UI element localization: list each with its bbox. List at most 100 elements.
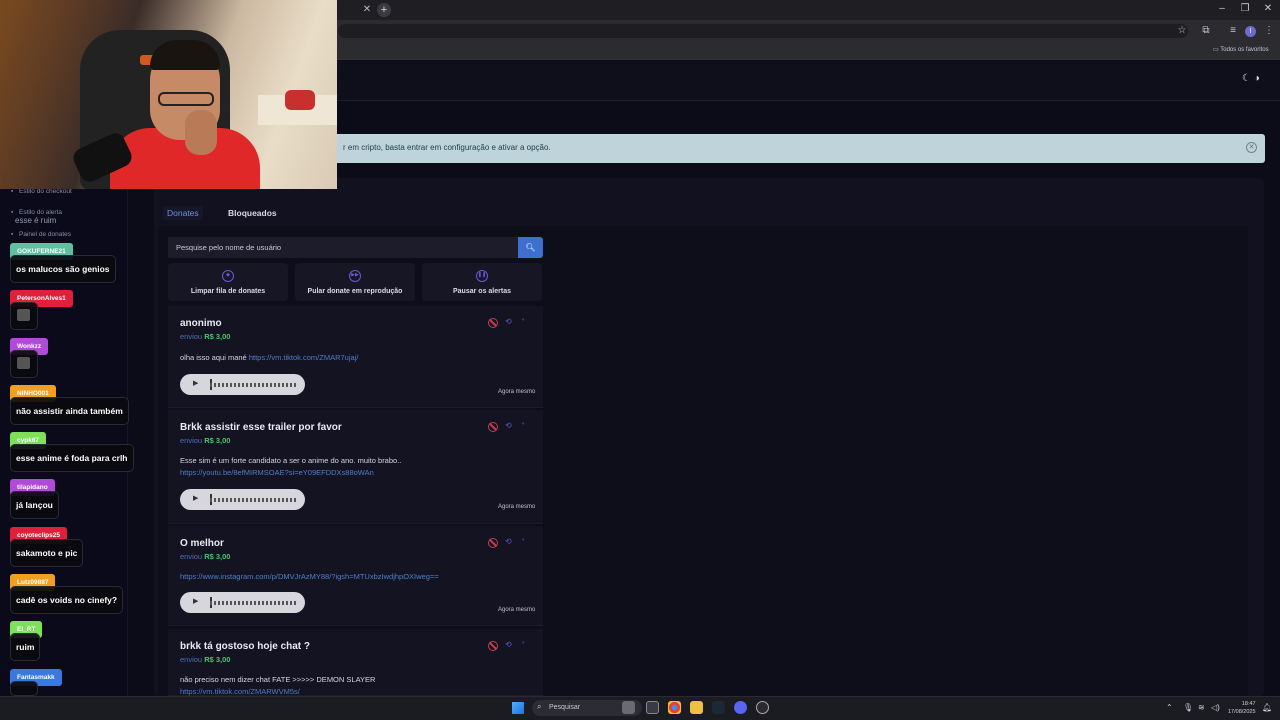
donation-amount-line: enviou R$ 3,00 xyxy=(180,552,230,561)
menu-icon[interactable]: ⋮ xyxy=(1262,24,1276,38)
username-search-input[interactable] xyxy=(168,237,518,258)
sent-label: enviou xyxy=(180,436,203,445)
audio-player[interactable]: ▶ xyxy=(180,374,305,395)
audio-player[interactable]: ▶ xyxy=(180,489,305,510)
close-tab-icon[interactable]: ✕ xyxy=(361,4,373,16)
chat-message: os malucos são genios xyxy=(10,255,116,283)
volume-icon[interactable]: ◁) xyxy=(1211,703,1220,712)
audio-waveform[interactable] xyxy=(210,498,296,502)
sent-label: enviou xyxy=(180,655,203,664)
more-icon[interactable]: • xyxy=(522,421,524,428)
sidebar-item-checkout-style[interactable]: ▪ Estilo do checkout xyxy=(11,188,72,195)
donation-card: anonimo enviou R$ 3,00 ⟲ • olha isso aqu… xyxy=(168,306,543,408)
mic-icon[interactable]: 🎙︎ xyxy=(1183,703,1193,712)
donation-message: Esse sim é um forte candidato a ser o an… xyxy=(180,455,530,479)
more-icon[interactable]: • xyxy=(522,317,524,324)
message-link[interactable]: https://www.instagram.com/p/DMVJrAzMY88/… xyxy=(180,572,439,581)
taskbar-clock[interactable]: 18:47 17/08/2025 xyxy=(1228,700,1256,716)
donation-amount-line: enviou R$ 3,00 xyxy=(180,436,230,445)
windows-start-icon[interactable] xyxy=(512,702,524,714)
minimize-icon[interactable]: – xyxy=(1215,3,1229,14)
clear-queue-button[interactable]: ◆ Limpar fila de donates xyxy=(168,263,288,301)
tab-donates[interactable]: Donates xyxy=(163,206,203,220)
new-tab-button[interactable]: + xyxy=(377,3,391,17)
replay-icon[interactable]: ⟲ xyxy=(505,421,512,430)
steam-icon[interactable] xyxy=(712,701,725,714)
skip-icon: ▶▶ xyxy=(349,270,361,282)
play-icon[interactable]: ▶ xyxy=(193,379,198,387)
discord-icon[interactable] xyxy=(734,701,747,714)
donation-time: Agora mesmo xyxy=(498,389,536,395)
chat-message: sakamoto e pic xyxy=(10,539,84,567)
sidebar-item-label: Estilo do alerta xyxy=(19,209,62,216)
glasses-shape xyxy=(158,92,214,106)
clear-queue-label: Limpar fila de donates xyxy=(190,288,266,295)
clock-time: 18:47 xyxy=(1241,701,1256,707)
donor-name: Brkk assistir esse trailer por favor xyxy=(180,422,342,433)
file-explorer-icon[interactable] xyxy=(690,701,703,714)
bookmarks-label: Todos os favoritos xyxy=(1220,47,1269,53)
audio-player[interactable]: ▶ xyxy=(180,592,305,613)
message-link[interactable]: https://youtu.be/8efMIRMSOAE?si=eY09EFDD… xyxy=(180,468,374,477)
hand-shape xyxy=(185,110,217,155)
theme-toggle-icon[interactable]: ☾ ◑ xyxy=(1242,73,1260,84)
eraser-icon: ◆ xyxy=(222,270,234,282)
chevron-up-icon[interactable]: ⌃ xyxy=(1166,703,1173,712)
chat-emote xyxy=(10,350,38,378)
chrome-icon[interactable] xyxy=(668,701,681,714)
window-close-icon[interactable]: ✕ xyxy=(1261,3,1275,14)
task-view-icon[interactable] xyxy=(646,701,659,714)
chat-message: não assistir ainda também xyxy=(10,397,129,425)
alert-close-icon[interactable]: ✕ xyxy=(1246,142,1257,153)
url-input[interactable] xyxy=(338,24,1188,38)
pause-alerts-label: Pausar os alertas xyxy=(453,288,511,295)
search-button[interactable]: 🔍︎ xyxy=(518,237,543,258)
chat-message: esse anime é foda para crlh xyxy=(10,444,134,472)
skip-donate-button[interactable]: ▶▶ Pular donate em reprodução xyxy=(295,263,415,301)
chat-emote xyxy=(10,681,38,696)
search-icon: 🔍︎ xyxy=(525,243,536,252)
wifi-icon[interactable]: ≋ xyxy=(1198,703,1205,712)
tab-blocked[interactable]: Bloqueados xyxy=(224,206,281,220)
streamer-hair-shape xyxy=(150,40,220,70)
sidebar-item-donates-panel[interactable]: ▪ Painel de donates xyxy=(11,231,71,238)
block-user-icon[interactable] xyxy=(488,318,498,328)
play-icon[interactable]: ▶ xyxy=(193,494,198,502)
chat-message: já lançou xyxy=(10,491,59,519)
taskbar-app-icon[interactable] xyxy=(622,701,635,714)
replay-icon[interactable]: ⟲ xyxy=(505,537,512,546)
donation-amount: R$ 3,00 xyxy=(204,332,231,341)
message-link[interactable]: https://vm.tiktok.com/ZMAR7ujaj/ xyxy=(249,353,359,362)
notification-bell-icon[interactable]: 🔔︎ xyxy=(1262,703,1272,712)
search-icon: ⌕ xyxy=(537,702,542,711)
app-icon[interactable] xyxy=(756,701,769,714)
profile-avatar[interactable]: I xyxy=(1245,26,1256,37)
sidebar-item-label: Estilo do checkout xyxy=(19,188,72,195)
sidebar-item-alert-style[interactable]: ▪ Estilo do alerta xyxy=(11,209,62,216)
replay-icon[interactable]: ⟲ xyxy=(505,317,512,326)
more-icon[interactable]: • xyxy=(522,640,524,647)
info-alert-text: r em cripto, basta entrar em configuraçã… xyxy=(343,143,551,152)
star-icon[interactable]: ☆ xyxy=(1175,24,1189,38)
chat-message: ruim xyxy=(10,633,41,661)
extensions-icon[interactable]: ⧉ xyxy=(1199,24,1213,38)
block-user-icon[interactable] xyxy=(488,538,498,548)
bell-icon: ▪ xyxy=(11,209,14,216)
all-bookmarks-link[interactable]: ▭ Todos os favoritos xyxy=(1213,46,1269,53)
donation-message: olha isso aqui mané https://vm.tiktok.co… xyxy=(180,352,530,364)
more-icon[interactable]: • xyxy=(522,537,524,544)
play-icon[interactable]: ▶ xyxy=(193,597,198,605)
replay-icon[interactable]: ⟲ xyxy=(505,640,512,649)
audio-waveform[interactable] xyxy=(210,383,296,387)
message-text: Esse sim é um forte candidato a ser o an… xyxy=(180,456,402,465)
audio-waveform[interactable] xyxy=(210,601,296,605)
block-user-icon[interactable] xyxy=(488,422,498,432)
block-user-icon[interactable] xyxy=(488,641,498,651)
pause-alerts-button[interactable]: ❚❚ Pausar os alertas xyxy=(422,263,542,301)
donation-message: não preciso nem dizer chat FATE >>>>> DE… xyxy=(180,674,530,698)
donor-name: anonimo xyxy=(180,318,222,329)
donation-amount: R$ 3,00 xyxy=(204,552,231,561)
media-icon[interactable]: ≡ xyxy=(1226,24,1240,38)
maximize-icon[interactable]: ❐ xyxy=(1238,3,1252,14)
message-link[interactable]: https://vm.tiktok.com/ZMARWVM5s/ xyxy=(180,687,300,696)
